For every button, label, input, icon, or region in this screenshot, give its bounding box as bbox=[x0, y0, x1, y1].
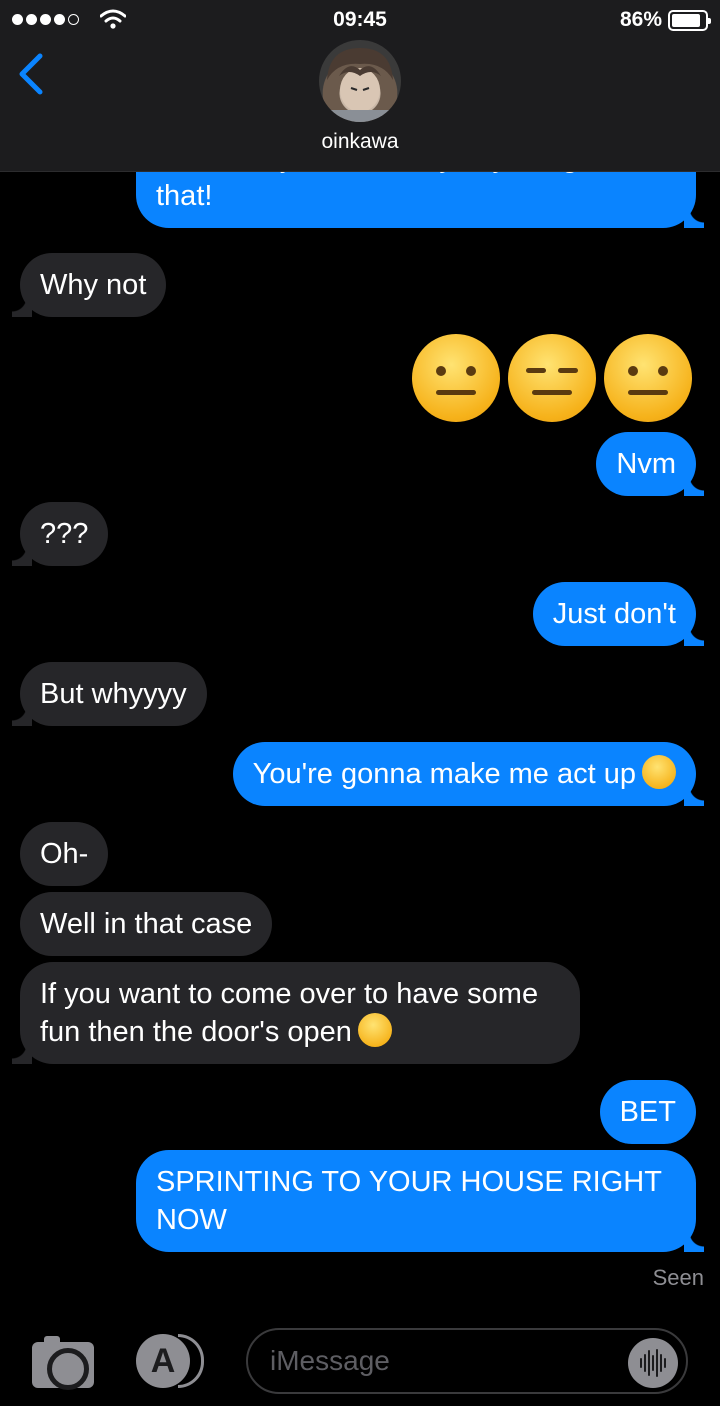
message-text: If you want to come over to have some fu… bbox=[40, 978, 539, 1048]
message-text: You're gonna make me act up bbox=[252, 758, 636, 790]
message-bubble-incoming[interactable]: Why not bbox=[11, 253, 167, 317]
message-bubble-outgoing[interactable]: You're gonna make me act up bbox=[232, 742, 705, 806]
emoji-message[interactable] bbox=[412, 334, 692, 422]
app-store-icon[interactable]: A bbox=[136, 1334, 208, 1388]
imessage-input[interactable] bbox=[246, 1328, 688, 1394]
contact-name[interactable]: oinkawa bbox=[0, 130, 720, 154]
battery-icon bbox=[668, 10, 711, 31]
battery-percentage: 86% bbox=[619, 8, 662, 31]
expressionless-face-icon bbox=[508, 334, 596, 422]
message-bubble-incoming[interactable]: ??? bbox=[11, 502, 109, 566]
waveform-icon[interactable] bbox=[628, 1338, 678, 1388]
message-text-field[interactable] bbox=[270, 1340, 600, 1382]
status-time: 09:45 bbox=[333, 8, 387, 31]
camera-icon[interactable] bbox=[32, 1336, 94, 1390]
neutral-face-icon bbox=[604, 334, 692, 422]
message-bubble-outgoing[interactable]: You can't just randomly say things like … bbox=[136, 172, 704, 228]
message-bubble-outgoing[interactable]: BET bbox=[599, 1080, 696, 1144]
compose-bar: A bbox=[0, 1302, 720, 1406]
contact-avatar[interactable] bbox=[319, 40, 401, 122]
weary-face-icon bbox=[642, 755, 676, 789]
conversation-header: oinkawa bbox=[0, 40, 720, 172]
neutral-face-icon bbox=[412, 334, 500, 422]
message-bubble-outgoing[interactable]: Just don't bbox=[532, 582, 705, 646]
message-bubble-outgoing[interactable]: SPRINTING TO YOUR HOUSE RIGHT NOW bbox=[136, 1150, 704, 1252]
chevron-left-icon[interactable] bbox=[14, 52, 50, 96]
message-bubble-incoming[interactable]: But whyyyy bbox=[12, 662, 207, 726]
message-bubble-incoming[interactable]: Well in that case bbox=[20, 892, 273, 956]
status-bar: 09:45 86% bbox=[0, 0, 720, 40]
message-bubble-incoming[interactable]: If you want to come over to have some fu… bbox=[12, 962, 580, 1064]
message-thread[interactable]: You can't just randomly say things like … bbox=[0, 172, 720, 1302]
message-bubble-outgoing[interactable]: Nvm bbox=[596, 432, 704, 496]
message-bubble-incoming[interactable]: Oh- bbox=[20, 822, 109, 886]
winking-face-icon bbox=[357, 1013, 392, 1047]
read-receipt: Seen bbox=[652, 1265, 704, 1290]
